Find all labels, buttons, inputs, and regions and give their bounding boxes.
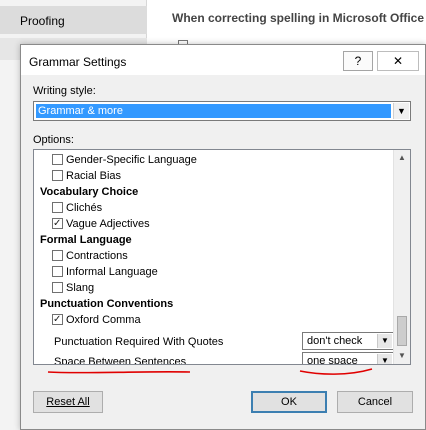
option-checkbox[interactable]	[52, 170, 63, 181]
option-checkbox[interactable]	[52, 312, 63, 328]
quotes-select[interactable]: don't check ▼	[302, 332, 394, 350]
spacing-select-value: one space	[307, 355, 358, 365]
option-label: Racial Bias	[66, 170, 122, 182]
scrollbar-thumb[interactable]	[397, 316, 407, 346]
writing-style-value: Grammar & more	[36, 104, 391, 118]
category-heading: Vocabulary Choice	[40, 186, 139, 198]
option-row[interactable]: Informal Language	[34, 264, 384, 280]
option-label: Vague Adjectives	[66, 218, 150, 230]
option-row[interactable]: Gender-Specific Language	[34, 152, 384, 168]
options-list[interactable]: Gender-Specific Language Racial Bias Vocab…	[33, 149, 411, 365]
option-checkbox[interactable]	[52, 266, 63, 277]
category-heading: Punctuation Conventions	[40, 298, 174, 310]
option-row[interactable]: Oxford Comma	[34, 312, 384, 328]
option-label: Clichés	[66, 202, 103, 214]
option-checkbox[interactable]	[52, 216, 63, 232]
category-heading: Formal Language	[40, 234, 132, 246]
grammar-settings-dialog: Grammar Settings ? ✕ Writing style: Gram…	[20, 44, 426, 430]
option-checkbox[interactable]	[52, 202, 63, 213]
option-row[interactable]: Slang	[34, 280, 384, 296]
option-row[interactable]: Clichés	[34, 200, 384, 216]
option-row[interactable]: Racial Bias	[34, 168, 384, 184]
option-row[interactable]: Vague Adjectives	[34, 216, 384, 232]
option-label: Slang	[66, 282, 95, 294]
option-label: Contractions	[66, 250, 128, 262]
spacing-select[interactable]: one space ▼	[302, 352, 394, 365]
quotes-select-value: don't check	[307, 335, 363, 347]
option-label: Gender-Specific Language	[66, 154, 197, 166]
section-heading: When correcting spelling in Microsoft Of…	[172, 11, 426, 25]
writing-style-label: Writing style:	[33, 85, 96, 97]
chevron-down-icon[interactable]: ▼	[393, 103, 409, 119]
help-button[interactable]: ?	[343, 51, 373, 71]
quotes-setting-label: Punctuation Required With Quotes	[54, 336, 224, 348]
reset-all-button[interactable]: Reset All	[33, 391, 103, 413]
option-checkbox[interactable]	[52, 282, 63, 293]
option-label: Oxford Comma	[66, 314, 141, 326]
sidebar-item-proofing[interactable]: Proofing	[0, 6, 147, 34]
scroll-down-icon[interactable]: ▼	[394, 348, 410, 364]
spacing-setting-label: Space Between Sentences	[54, 356, 187, 365]
option-row[interactable]: Contractions	[34, 248, 384, 264]
option-checkbox[interactable]	[52, 250, 63, 261]
cancel-button[interactable]: Cancel	[337, 391, 413, 413]
option-label: Informal Language	[66, 266, 158, 278]
chevron-down-icon[interactable]: ▼	[377, 354, 392, 364]
close-button[interactable]: ✕	[377, 51, 419, 71]
option-checkbox[interactable]	[52, 154, 63, 165]
writing-style-select[interactable]: Grammar & more ▼	[33, 101, 411, 121]
chevron-down-icon[interactable]: ▼	[377, 334, 392, 348]
ok-button[interactable]: OK	[251, 391, 327, 413]
dialog-title: Grammar Settings	[29, 55, 127, 69]
list-scrollbar[interactable]: ▲ ▼	[393, 150, 410, 364]
options-label: Options:	[33, 134, 74, 146]
dialog-titlebar[interactable]: Grammar Settings ? ✕	[21, 45, 425, 75]
scroll-up-icon[interactable]: ▲	[394, 150, 410, 166]
